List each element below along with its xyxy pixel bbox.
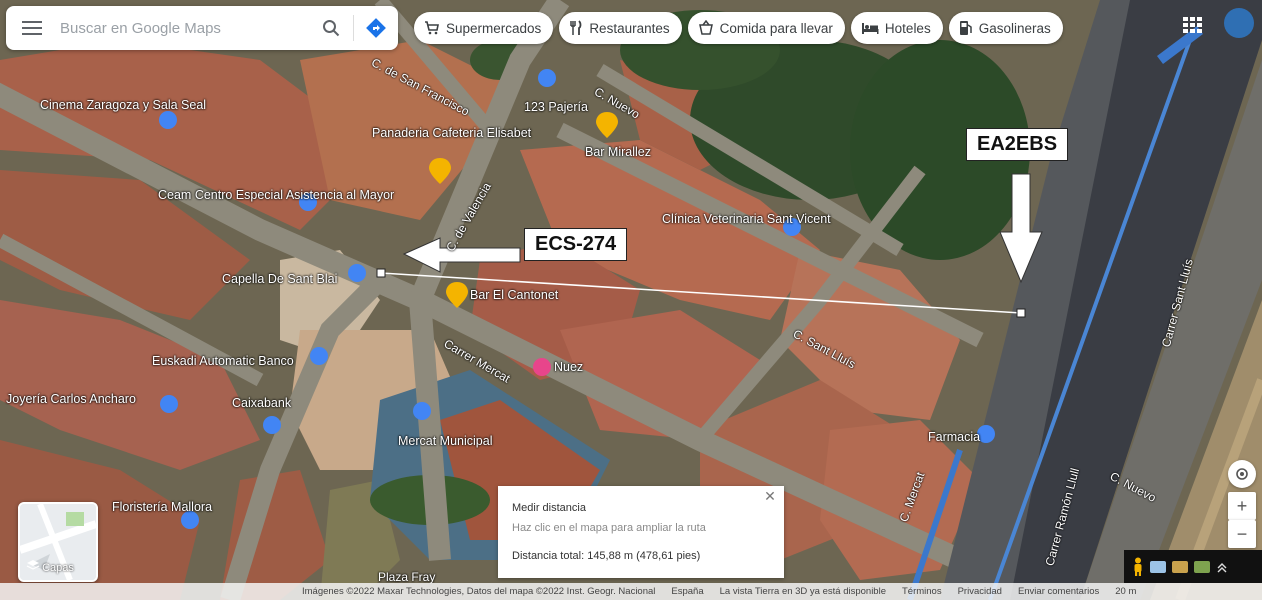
place-label[interactable]: Mercat Municipal (398, 434, 492, 448)
zoom-in-button[interactable]: + (1228, 492, 1256, 520)
menu-button[interactable] (6, 6, 58, 50)
search-input[interactable] (58, 18, 309, 38)
imagery-thumb-2[interactable] (1172, 560, 1188, 573)
place-label[interactable]: Ceam Centro Especial Asistencia al Mayor (158, 188, 394, 202)
place-label[interactable]: Bar Mirallez (585, 145, 651, 159)
callout-ea2ebs: EA2EBS (966, 128, 1069, 161)
hamburger-icon (22, 21, 42, 35)
place-label[interactable]: Euskadi Automatic Banco (152, 354, 294, 368)
category-chips: Supermercados Restaurantes Comida para l… (414, 12, 1063, 44)
footer-scale: 20 m (1115, 586, 1137, 597)
layers-label: Capas (42, 562, 74, 574)
measure-start-point (376, 268, 386, 278)
place-label[interactable]: Joyería Carlos Ancharo (6, 392, 136, 406)
imagery-thumb-3[interactable] (1194, 560, 1210, 573)
place-label[interactable]: Nuez (554, 360, 583, 374)
close-icon[interactable]: ✕ (762, 488, 778, 504)
location-target-icon (1236, 468, 1248, 480)
chip-takeout[interactable]: Comida para llevar (687, 12, 845, 44)
place-label[interactable]: Floristería Mallora (112, 500, 212, 514)
pegman-icon (1134, 557, 1142, 576)
callout-ecs274: ECS-274 (524, 228, 628, 261)
place-label[interactable]: Panaderia Cafeteria Elisabet (372, 126, 531, 140)
chip-label: Supermercados (446, 20, 542, 36)
measure-total-distance: Distancia total: 145,88 m (478,61 pies) (512, 550, 701, 562)
chip-label: Gasolineras (978, 20, 1051, 36)
measure-title: Medir distancia (512, 502, 586, 514)
search-button[interactable] (309, 6, 353, 50)
expand-up-icon (1217, 562, 1227, 572)
apps-grid-icon[interactable] (1182, 16, 1204, 34)
chip-label: Restaurantes (589, 20, 670, 36)
place-label[interactable]: Farmacia (928, 430, 980, 444)
footer-country[interactable]: España (671, 586, 703, 597)
directions-icon (366, 18, 386, 38)
place-label[interactable]: Caixabank (232, 396, 291, 410)
footer-earth-3d[interactable]: La vista Tierra en 3D ya está disponible (720, 586, 886, 597)
measure-hint: Haz clic en el mapa para ampliar la ruta (512, 522, 706, 534)
chip-supermarkets[interactable]: Supermercados (414, 12, 554, 44)
chip-restaurants[interactable]: Restaurantes (559, 12, 682, 44)
zoom-out-button[interactable]: − (1228, 520, 1256, 548)
footer-terms[interactable]: Términos (902, 586, 942, 597)
place-label[interactable]: Cinema Zaragoza y Sala Seal (40, 98, 206, 112)
cart-icon (425, 21, 439, 35)
gas-pump-icon (959, 21, 972, 35)
search-box (6, 6, 398, 50)
search-icon (323, 20, 340, 37)
footer-privacy[interactable]: Privacidad (958, 586, 1002, 597)
chip-label: Hoteles (884, 20, 931, 36)
footer-feedback[interactable]: Enviar comentarios (1018, 586, 1099, 597)
bottom-tools (1124, 550, 1262, 583)
footer-credits: Imágenes ©2022 Maxar Technologies, Datos… (302, 586, 656, 597)
place-label[interactable]: Bar El Cantonet (470, 288, 558, 302)
measure-end-point (1016, 308, 1026, 318)
place-label[interactable]: Capella De Sant Blai (222, 272, 337, 286)
street-label: Plaza Fray (378, 570, 436, 584)
my-location-button[interactable] (1228, 460, 1256, 488)
place-label[interactable]: Clínica Veterinaria Sant Vicent (662, 212, 831, 226)
chip-gas-stations[interactable]: Gasolineras (948, 12, 1063, 44)
avatar[interactable] (1224, 8, 1254, 38)
imagery-thumb-1[interactable] (1150, 560, 1166, 573)
layers-button[interactable]: Capas (18, 502, 98, 582)
bed-icon (861, 23, 879, 34)
directions-button[interactable] (354, 6, 398, 50)
chip-hotels[interactable]: Hoteles (850, 12, 943, 44)
takeout-icon (698, 20, 713, 35)
measure-distance-panel: ✕ Medir distancia Haz clic en el mapa pa… (498, 486, 784, 578)
place-label[interactable]: 123 Pajería (524, 100, 588, 114)
footer-bar: Imágenes ©2022 Maxar Technologies, Datos… (0, 583, 1262, 600)
fork-knife-icon (570, 20, 582, 35)
chip-label: Comida para llevar (719, 20, 833, 36)
